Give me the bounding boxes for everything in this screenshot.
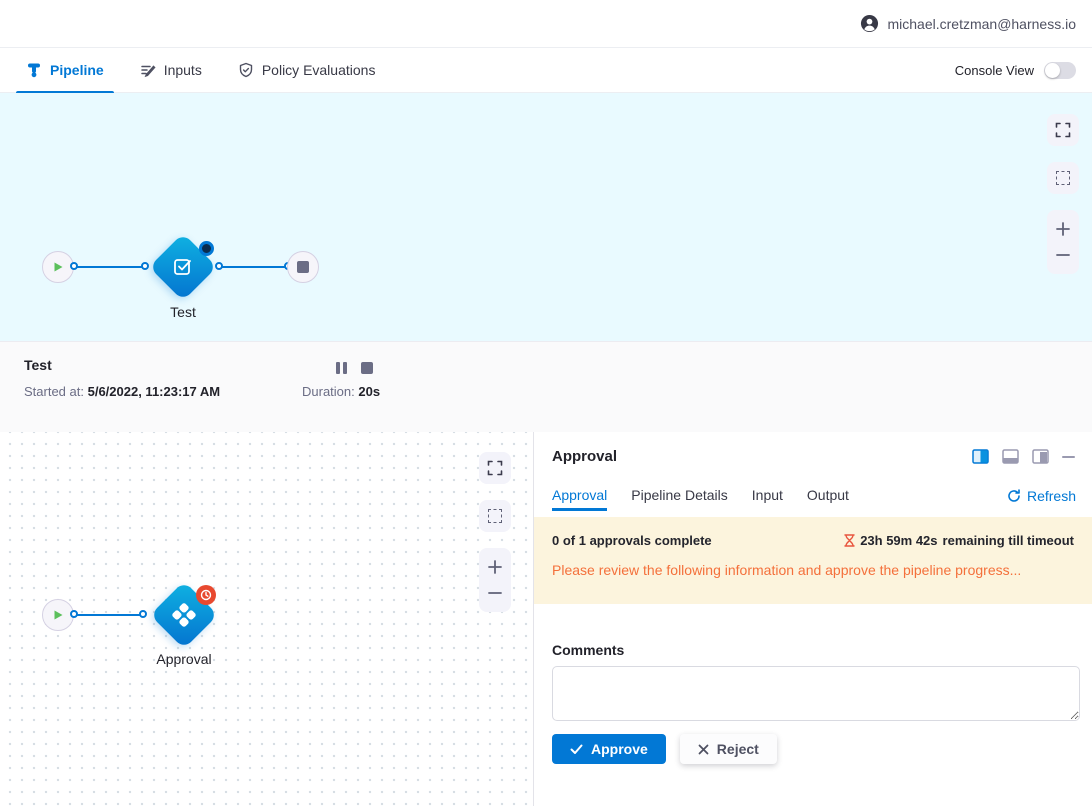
abort-button[interactable] [361, 362, 373, 374]
hourglass-icon [844, 534, 855, 547]
panel-tab-approval[interactable]: Approval [552, 487, 607, 511]
stage-check-icon [171, 255, 195, 279]
canvas-select-button[interactable] [1047, 162, 1079, 194]
refresh-icon [1007, 489, 1021, 503]
started-at-text: Started at: 5/6/2022, 11:23:17 AM [24, 384, 220, 399]
approval-banner: 0 of 1 approvals complete 23h 59m 42s re… [534, 517, 1092, 604]
waiting-status-badge [196, 585, 216, 605]
execution-tabbar: Pipeline Inputs Policy Evaluations Conso… [0, 48, 1092, 93]
approve-button[interactable]: Approve [552, 734, 666, 764]
duration-text: Duration: 20s [302, 384, 380, 399]
port [139, 610, 147, 618]
stop-icon [297, 261, 309, 273]
panel-tab-output[interactable]: Output [807, 487, 849, 511]
top-header: michael.cretzman@harness.io [0, 0, 1092, 48]
step-label: Approval [139, 651, 229, 667]
zoom-out-button[interactable] [1055, 247, 1071, 263]
stage-label: Test [143, 304, 223, 320]
canvas-zoom-controls [479, 548, 511, 612]
stage-title: Test [24, 357, 52, 373]
pipeline-icon [26, 62, 42, 78]
stage-graph-canvas[interactable]: Test [0, 93, 1092, 341]
stage-info-bar: Test Started at: 5/6/2022, 11:23:17 AM D… [0, 341, 1092, 432]
minimize-panel-icon[interactable] [1062, 455, 1076, 459]
layout-bottom-view-icon[interactable] [1002, 449, 1019, 464]
zoom-in-button[interactable] [1055, 221, 1071, 237]
canvas-zoom-controls [1047, 210, 1079, 274]
toggle-knob [1045, 63, 1060, 78]
tab-pipeline-label: Pipeline [50, 62, 104, 78]
running-status-badge [199, 241, 214, 256]
approvals-progress-text: 0 of 1 approvals complete [552, 533, 712, 548]
play-icon [52, 609, 64, 621]
check-icon [570, 744, 583, 755]
shield-check-icon [238, 62, 254, 78]
edge-test-end [222, 266, 288, 268]
avatar-icon [860, 14, 879, 33]
user-email: michael.cretzman@harness.io [887, 16, 1076, 32]
play-icon [52, 261, 64, 273]
inputs-icon [140, 62, 156, 78]
refresh-button[interactable]: Refresh [1007, 488, 1076, 510]
pipeline-execution-page: michael.cretzman@harness.io Pipeline Inp… [0, 0, 1092, 806]
fullscreen-icon [1055, 122, 1071, 138]
clock-icon [200, 589, 212, 601]
zoom-out-button[interactable] [487, 585, 503, 601]
edge-start-approval [76, 614, 144, 616]
canvas-select-button[interactable] [479, 500, 511, 532]
port [141, 262, 149, 270]
panel-title: Approval [552, 448, 617, 465]
approval-step-icon [171, 602, 197, 628]
end-node[interactable] [287, 251, 319, 283]
step-details-panel: Approval Approval Pipeline Details Input… [534, 432, 1092, 806]
edge-start-test [76, 266, 146, 268]
tab-pipeline[interactable]: Pipeline [16, 48, 114, 93]
panel-tab-pipeline-details[interactable]: Pipeline Details [631, 487, 728, 511]
zoom-in-button[interactable] [487, 559, 503, 575]
step-graph-canvas[interactable]: Approval [0, 432, 533, 806]
tab-inputs-label: Inputs [164, 62, 202, 78]
panel-tab-input[interactable]: Input [752, 487, 783, 511]
approval-message: Please review the following information … [552, 562, 1074, 578]
port [215, 262, 223, 270]
x-icon [698, 744, 709, 755]
marquee-select-icon [1056, 171, 1070, 185]
tab-policy-evaluations-label: Policy Evaluations [262, 62, 376, 78]
console-view-toggle[interactable] [1044, 62, 1076, 79]
layout-right-view-icon[interactable] [972, 449, 989, 464]
tab-inputs[interactable]: Inputs [130, 48, 212, 93]
comments-input[interactable] [552, 666, 1080, 721]
marquee-select-icon [488, 509, 502, 523]
canvas-fit-button[interactable] [479, 452, 511, 484]
fullscreen-icon [487, 460, 503, 476]
comments-label: Comments [552, 642, 624, 658]
port [70, 262, 78, 270]
pause-button[interactable] [336, 362, 347, 374]
tab-policy-evaluations[interactable]: Policy Evaluations [228, 48, 386, 93]
layout-minimized-view-icon[interactable] [1032, 449, 1049, 464]
panel-tabs: Approval Pipeline Details Input Output R… [552, 486, 1076, 512]
reject-button[interactable]: Reject [680, 734, 777, 764]
user-menu[interactable]: michael.cretzman@harness.io [860, 14, 1076, 33]
timeout-text: 23h 59m 42s remaining till timeout [844, 533, 1074, 548]
console-view-label: Console View [955, 63, 1034, 78]
port [70, 610, 78, 618]
canvas-fit-button[interactable] [1047, 114, 1079, 146]
